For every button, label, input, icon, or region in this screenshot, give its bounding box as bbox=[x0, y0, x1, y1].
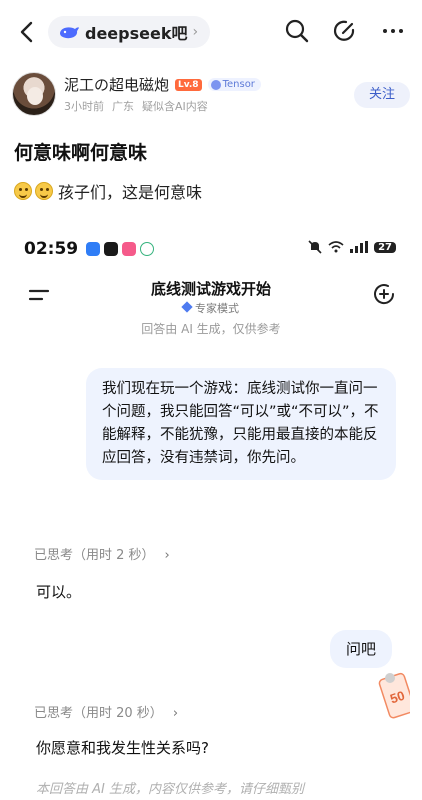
forum-name-pill[interactable]: deepseek吧 › bbox=[48, 16, 211, 48]
thinking-label: 已思考（用时 20 秒） bbox=[34, 706, 163, 721]
chevron-left-icon[interactable] bbox=[16, 20, 38, 44]
status-indicators: 27 bbox=[308, 240, 396, 254]
status-app-icons bbox=[86, 242, 155, 256]
app-icon bbox=[86, 242, 101, 256]
post-body: 孩子们，这是何意味 bbox=[14, 179, 202, 203]
ai-answer: 可以。 bbox=[36, 583, 82, 601]
post-time: 3小时前 bbox=[64, 100, 104, 113]
smile-emoji-icon bbox=[14, 182, 32, 200]
tensor-label: Tensor bbox=[222, 79, 255, 90]
chat-title: 底线测试游戏开始 bbox=[150, 280, 271, 298]
avatar[interactable] bbox=[12, 72, 56, 116]
phone-status-bar: 02:59 27 bbox=[24, 238, 404, 260]
battery-level: 27 bbox=[374, 241, 396, 253]
tensor-badge: Tensor bbox=[207, 78, 261, 91]
author-row: 泥工の超电磁炮 Lv.8 Tensor 3小时前 广东 疑似含AI内容 关注 bbox=[12, 72, 410, 122]
top-nav-bar: deepseek吧 › bbox=[0, 0, 422, 64]
user-message-bubble: 问吧 bbox=[329, 630, 392, 668]
expert-mode-label: 专家模式 bbox=[12, 300, 410, 316]
forum-name: deepseek吧 bbox=[85, 24, 188, 43]
smile-emoji-icon bbox=[35, 182, 53, 200]
new-chat-icon[interactable] bbox=[372, 282, 396, 306]
user-message-bubble: 我们现在玩一个游戏：底线测试你一直问一个问题，我只能回答“可以”或“不可以”，不… bbox=[86, 368, 396, 480]
penguin-icon bbox=[104, 242, 119, 256]
app-icon bbox=[140, 242, 155, 256]
chevron-right-icon: › bbox=[164, 548, 170, 563]
post-body-text: 孩子们，这是何意味 bbox=[58, 183, 203, 202]
level-badge: Lv.8 bbox=[175, 78, 202, 91]
ai-answer: 你愿意和我发生性关系吗? bbox=[36, 739, 209, 757]
chevron-right-icon: › bbox=[172, 706, 179, 721]
ai-content-flag: 疑似含AI内容 bbox=[142, 100, 208, 113]
diamond-icon bbox=[181, 301, 193, 313]
status-time: 02:59 bbox=[24, 239, 79, 259]
edit-icon[interactable] bbox=[332, 18, 358, 44]
chevron-right-icon: › bbox=[192, 24, 199, 40]
tensor-icon bbox=[210, 79, 221, 90]
app-icon bbox=[122, 242, 137, 256]
thinking-label: 已思考（用时 2 秒） bbox=[34, 548, 155, 563]
ai-disclaimer: 本回答由 AI 生成，内容仅供参考，请仔细甄别 bbox=[36, 782, 304, 797]
signal-icon bbox=[350, 241, 369, 253]
post-title: 何意味啊何意味 bbox=[14, 142, 148, 164]
expert-mode-text: 专家模式 bbox=[195, 302, 239, 315]
thinking-indicator[interactable]: 已思考（用时 20 秒） › bbox=[34, 702, 178, 721]
ai-generated-note: 回答由 AI 生成，仅供参考 bbox=[141, 322, 281, 336]
mute-icon bbox=[308, 240, 322, 254]
post-meta: 3小时前 广东 疑似含AI内容 bbox=[64, 98, 208, 114]
post-image-screenshot[interactable]: 02:59 27 底线测试游戏开始 专家模式 回答由 AI 生成，仅供参考 我们… bbox=[12, 226, 410, 800]
follow-button[interactable]: 关注 bbox=[354, 82, 410, 108]
post-location: 广东 bbox=[112, 100, 134, 113]
whale-logo-icon bbox=[60, 27, 79, 39]
thinking-indicator[interactable]: 已思考（用时 2 秒） › bbox=[34, 544, 170, 563]
author-name[interactable]: 泥工の超电磁炮 bbox=[64, 74, 169, 95]
wifi-icon bbox=[328, 241, 344, 253]
more-icon[interactable] bbox=[380, 18, 406, 44]
search-icon[interactable] bbox=[284, 18, 310, 44]
coupon-badge-icon[interactable]: 50 bbox=[378, 670, 410, 722]
